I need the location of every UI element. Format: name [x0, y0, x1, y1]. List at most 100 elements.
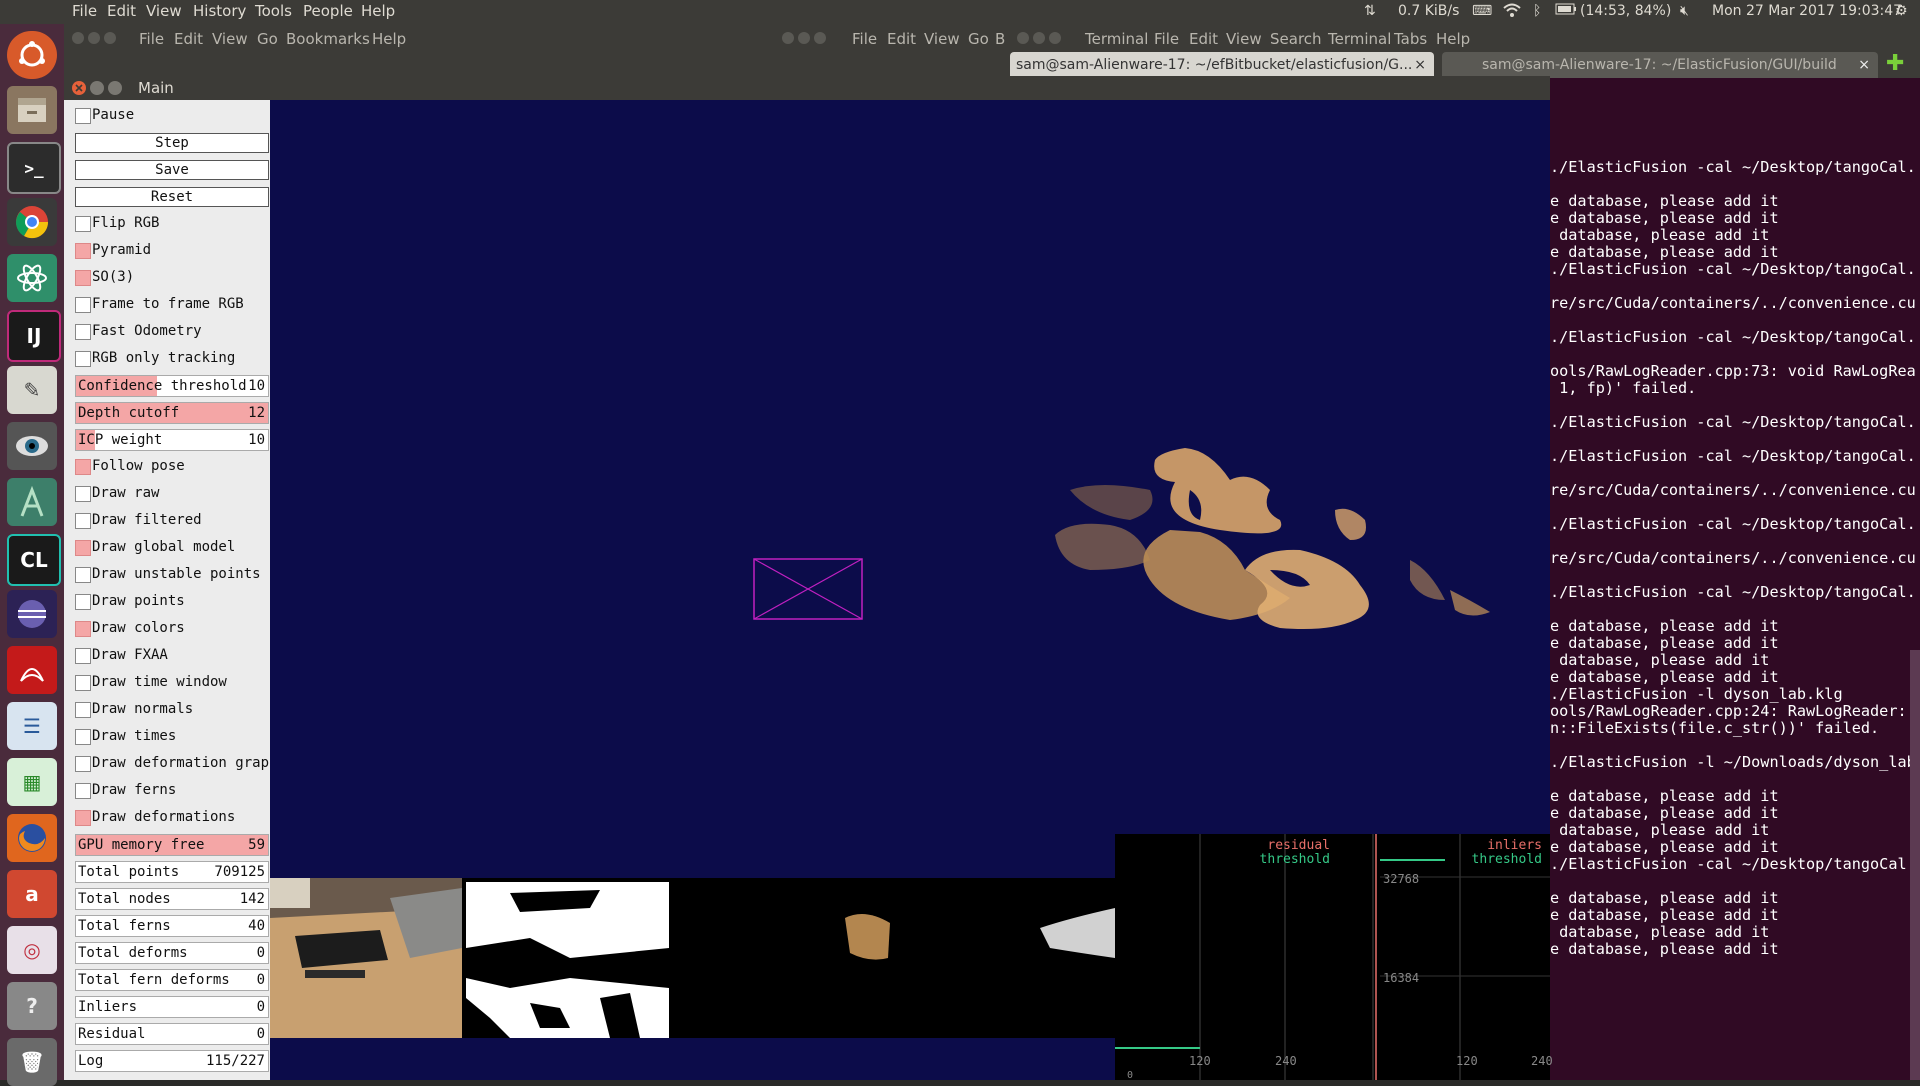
checkbox-draw-deformations[interactable]: Draw deformations	[68, 808, 266, 828]
term-menu-file-b[interactable]: File	[1154, 30, 1179, 48]
checkbox-box[interactable]	[75, 486, 91, 502]
term-menu-file-a[interactable]: File	[852, 30, 877, 48]
term-menu-search[interactable]: Search	[1270, 30, 1322, 48]
checkbox-box[interactable]	[75, 648, 91, 664]
checkbox-draw-unstable-points[interactable]: Draw unstable points	[68, 565, 266, 585]
bluetooth-icon[interactable]: ᛒ	[1533, 3, 1541, 19]
checkbox-box[interactable]	[75, 459, 91, 475]
term-menu-help[interactable]: Help	[1436, 30, 1470, 48]
term-menu-view-a[interactable]: View	[924, 30, 960, 48]
term-menu-tabs[interactable]: Tabs	[1394, 30, 1427, 48]
checkbox-box[interactable]	[75, 297, 91, 313]
checkbox-box[interactable]	[75, 702, 91, 718]
checkbox-draw-time-window[interactable]: Draw time window	[68, 673, 266, 693]
checkbox-flip-rgb[interactable]: Flip RGB	[68, 214, 266, 234]
checkbox-box[interactable]	[75, 270, 91, 286]
files-menu-help[interactable]: Help	[372, 30, 406, 48]
main-window-titlebar[interactable]: Main	[64, 76, 1550, 100]
term-menu-view-b[interactable]: View	[1226, 30, 1262, 48]
minimize-window-icon[interactable]	[90, 81, 104, 95]
eye-of-gnome-icon[interactable]	[7, 422, 57, 470]
checkbox-box[interactable]	[75, 567, 91, 583]
checkbox-draw-fxaa[interactable]: Draw FXAA	[68, 646, 266, 666]
checkbox-so-3[interactable]: SO(3)	[68, 268, 266, 288]
menu-file[interactable]: File	[72, 2, 97, 20]
keyboard-icon[interactable]: ⌨	[1472, 3, 1492, 19]
checkbox-draw-points[interactable]: Draw points	[68, 592, 266, 612]
checkbox-rgb-only-tracking[interactable]: RGB only tracking	[68, 349, 266, 369]
atom-icon[interactable]	[7, 254, 57, 302]
menu-people[interactable]: People	[303, 2, 353, 20]
terminal-icon[interactable]: >_	[7, 142, 61, 194]
menu-tools[interactable]: Tools	[255, 2, 292, 20]
files-icon[interactable]	[7, 86, 57, 134]
files-menu-edit[interactable]: Edit	[174, 30, 203, 48]
files-menu-bookmarks[interactable]: Bookmarks	[286, 30, 370, 48]
checkbox-box[interactable]	[75, 729, 91, 745]
term-menu-terminal-a[interactable]: Terminal	[1085, 30, 1148, 48]
new-tab-plus-icon[interactable]: ✚	[1886, 52, 1904, 76]
term-menu-terminal-b[interactable]: Terminal	[1328, 30, 1391, 48]
checkbox-box[interactable]	[75, 783, 91, 799]
volume-muted-icon[interactable]: 🔇︎	[1680, 3, 1689, 19]
checkbox-box[interactable]	[75, 324, 91, 340]
files-menu-file[interactable]: File	[139, 30, 164, 48]
terminal-tab-2[interactable]: sam@sam-Alienware-17: ~/ElasticFusion/GU…	[1442, 52, 1878, 78]
acrobat-icon[interactable]	[7, 646, 57, 694]
menu-history[interactable]: History	[193, 2, 246, 20]
checkbox-box[interactable]	[75, 810, 91, 826]
checkbox-draw-filtered[interactable]: Draw filtered	[68, 511, 266, 531]
terminal-tab-1[interactable]: sam@sam-Alienware-17: ~/efBitbucket/elas…	[1010, 52, 1434, 78]
ubuntu-dash-icon[interactable]	[7, 31, 57, 79]
files-menu-view[interactable]: View	[212, 30, 248, 48]
checkbox-box[interactable]	[75, 243, 91, 259]
firefox-icon[interactable]	[7, 814, 57, 862]
background-files-window[interactable]: File Edit View Go Bookmarks Help	[64, 24, 779, 84]
step-button[interactable]: Step	[75, 133, 269, 153]
3d-reconstruction-view[interactable]	[270, 100, 1550, 878]
help-icon[interactable]: ?	[7, 982, 57, 1030]
checkbox-draw-deformation-graph[interactable]: Draw deformation graph	[68, 754, 277, 774]
close-window-icon[interactable]	[72, 81, 86, 95]
trash-icon[interactable]: 🗑︎	[7, 1038, 57, 1086]
checkbox-box[interactable]	[75, 594, 91, 610]
checkbox-box[interactable]	[75, 351, 91, 367]
checkbox-draw-normals[interactable]: Draw normals	[68, 700, 266, 720]
checkbox-box[interactable]	[75, 540, 91, 556]
terminal-scrollbar[interactable]	[1910, 650, 1920, 1080]
checkbox-pause[interactable]: Pause	[68, 106, 266, 126]
checkbox-draw-global-model[interactable]: Draw global model	[68, 538, 266, 558]
checkbox-draw-times[interactable]: Draw times	[68, 727, 266, 747]
slider-depth-cutoff[interactable]: Depth cutoff 12	[68, 402, 269, 424]
gear-icon[interactable]: ⚙	[1895, 3, 1908, 19]
chrome-icon[interactable]	[7, 198, 57, 246]
software-center-icon[interactable]: a	[7, 870, 57, 918]
menu-edit[interactable]: Edit	[107, 2, 136, 20]
checkbox-draw-ferns[interactable]: Draw ferns	[68, 781, 266, 801]
libreoffice-calc-icon[interactable]: ▦	[7, 758, 57, 806]
slider-confidence-threshold[interactable]: Confidence threshold 10	[68, 375, 269, 397]
toolbox-icon[interactable]: ◎	[7, 926, 57, 974]
text-editor-icon[interactable]: ✎	[7, 366, 57, 414]
battery-icon[interactable]	[1555, 3, 1577, 19]
maximize-window-icon[interactable]	[108, 81, 122, 95]
checkbox-box[interactable]	[75, 621, 91, 637]
checkbox-box[interactable]	[75, 513, 91, 529]
checkbox-follow-pose[interactable]: Follow pose	[68, 457, 266, 477]
menu-help[interactable]: Help	[361, 2, 395, 20]
term-menu-go[interactable]: Go	[968, 30, 989, 48]
android-studio-icon[interactable]	[7, 478, 57, 526]
term-menu-edit-b[interactable]: Edit	[1189, 30, 1218, 48]
intellij-icon[interactable]: IJ	[7, 310, 61, 362]
wifi-icon[interactable]	[1503, 3, 1521, 21]
menu-view[interactable]: View	[146, 2, 182, 20]
network-arrows-icon[interactable]: ⇅	[1364, 3, 1376, 19]
checkbox-box[interactable]	[75, 216, 91, 232]
term-menu-edit-a[interactable]: Edit	[887, 30, 916, 48]
clion-icon[interactable]: CL	[7, 534, 61, 586]
checkbox-draw-colors[interactable]: Draw colors	[68, 619, 266, 639]
checkbox-draw-raw[interactable]: Draw raw	[68, 484, 266, 504]
close-icon[interactable]: ×	[1858, 52, 1870, 78]
files-menu-go[interactable]: Go	[257, 30, 278, 48]
terminal-output[interactable]: ./ElasticFusion -cal ~/Desktop/tangoCal.…	[1550, 78, 1920, 1080]
